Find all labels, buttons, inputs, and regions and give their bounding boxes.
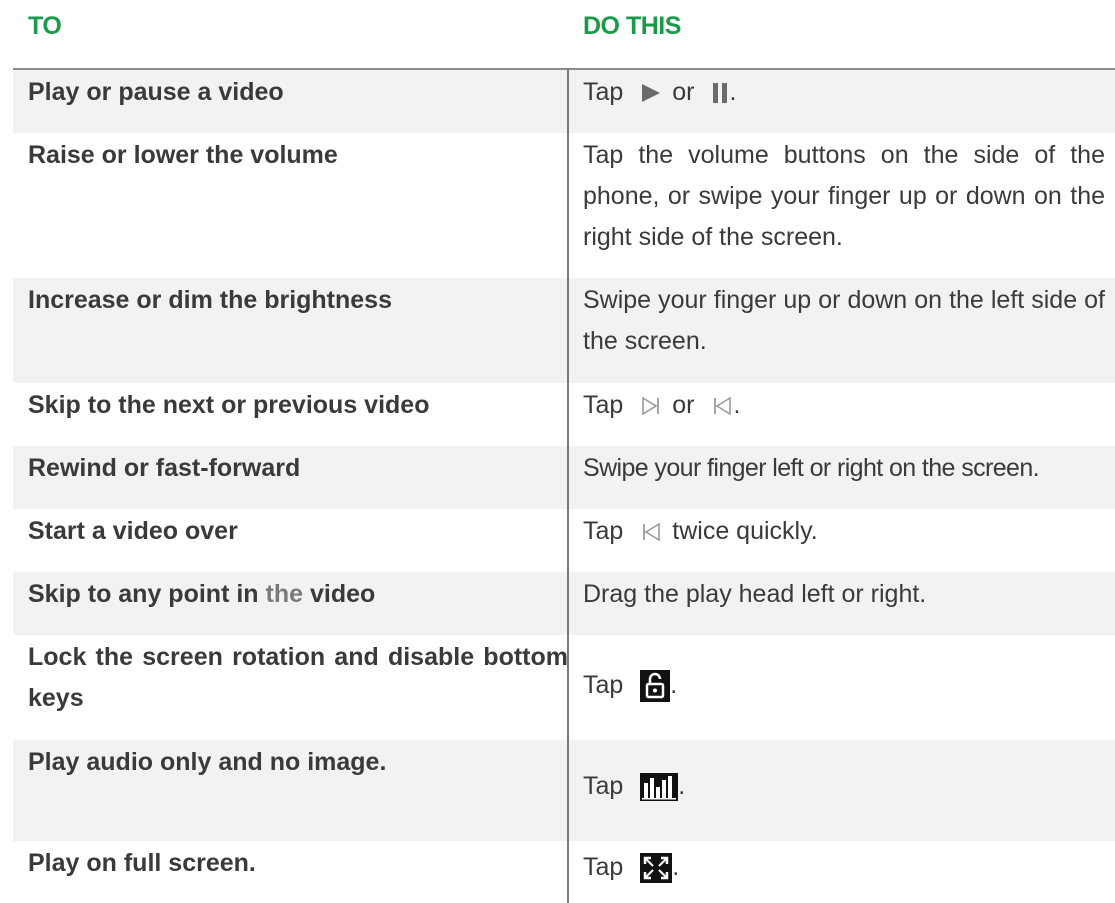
tap-text: Tap bbox=[583, 78, 624, 106]
tap-text: Tap bbox=[583, 772, 624, 800]
end-text: twice quickly. bbox=[672, 517, 818, 545]
header-to: TO bbox=[28, 12, 62, 40]
table-row: Play or pause a video Tap or . bbox=[13, 70, 1115, 133]
row-do: Tap twice quickly. bbox=[583, 511, 1105, 552]
row-to: Raise or lower the volume bbox=[28, 141, 338, 169]
pause-icon bbox=[711, 82, 729, 104]
column-divider bbox=[567, 68, 569, 903]
row-to: Play on full screen. bbox=[28, 849, 256, 877]
tap-text: Tap bbox=[583, 853, 624, 881]
previous-icon bbox=[711, 395, 733, 417]
row-do: Tap . bbox=[583, 766, 1105, 807]
table-row: Play audio only and no image. Tap . bbox=[13, 740, 1115, 841]
table-row: Raise or lower the volume Tap the volume… bbox=[13, 133, 1115, 278]
row-do: Tap or . bbox=[583, 385, 1105, 426]
row-do: Drag the play head left or right. bbox=[583, 580, 927, 608]
table-row: Start a video over Tap twice quickly. bbox=[13, 509, 1115, 572]
table-row: Play on full screen. Tap . bbox=[13, 841, 1115, 903]
next-icon bbox=[640, 395, 662, 417]
header-do-this: DO THIS bbox=[583, 12, 681, 40]
end-text: . bbox=[733, 391, 741, 419]
row-do: Tap . bbox=[583, 665, 1105, 706]
row-to: Increase or dim the brightness bbox=[28, 286, 392, 314]
table-row: Rewind or fast-forward Swipe your finger… bbox=[13, 446, 1115, 509]
or-text: or bbox=[672, 78, 695, 106]
tap-text: Tap bbox=[583, 671, 624, 699]
lock-icon bbox=[640, 670, 671, 703]
row-to: Start a video over bbox=[28, 517, 238, 545]
audio-icon bbox=[640, 773, 679, 802]
or-text: or bbox=[672, 391, 695, 419]
row-do: Tap the volume buttons on the side of th… bbox=[583, 141, 1105, 251]
row-to: Skip to the next or previous video bbox=[28, 391, 430, 419]
row-do: Tap . bbox=[583, 847, 1105, 888]
row-to: Play audio only and no image. bbox=[28, 748, 387, 776]
end-text: . bbox=[672, 853, 680, 881]
row-do: Tap or . bbox=[583, 72, 1105, 113]
row-do: Swipe your finger left or right on the s… bbox=[583, 454, 1040, 482]
previous-icon bbox=[640, 521, 662, 543]
row-to-c: video bbox=[309, 580, 376, 608]
row-to: Rewind or fast-forward bbox=[28, 454, 301, 482]
row-do: Swipe your finger up or down on the left… bbox=[583, 286, 1105, 355]
row-to: Skip to any point in the video bbox=[28, 574, 568, 615]
row-to-b: the bbox=[265, 580, 304, 608]
row-to: Play or pause a video bbox=[28, 78, 284, 106]
tap-text: Tap bbox=[583, 391, 624, 419]
row-to: Lock the screen rotation and disable bot… bbox=[28, 643, 568, 712]
tap-text: Tap bbox=[583, 517, 624, 545]
end-text: . bbox=[678, 772, 686, 800]
table-row: Lock the screen rotation and disable bot… bbox=[13, 635, 1115, 740]
table-row: Increase or dim the brightness Swipe you… bbox=[13, 278, 1115, 383]
table-row: Skip to any point in the video Drag the … bbox=[13, 572, 1115, 635]
play-icon bbox=[640, 82, 662, 104]
fullscreen-icon bbox=[640, 853, 673, 884]
table-row: Skip to the next or previous video Tap o… bbox=[13, 383, 1115, 446]
end-text: . bbox=[729, 78, 737, 106]
end-text: . bbox=[670, 671, 678, 699]
row-to-a: Skip to any point in bbox=[28, 580, 259, 608]
